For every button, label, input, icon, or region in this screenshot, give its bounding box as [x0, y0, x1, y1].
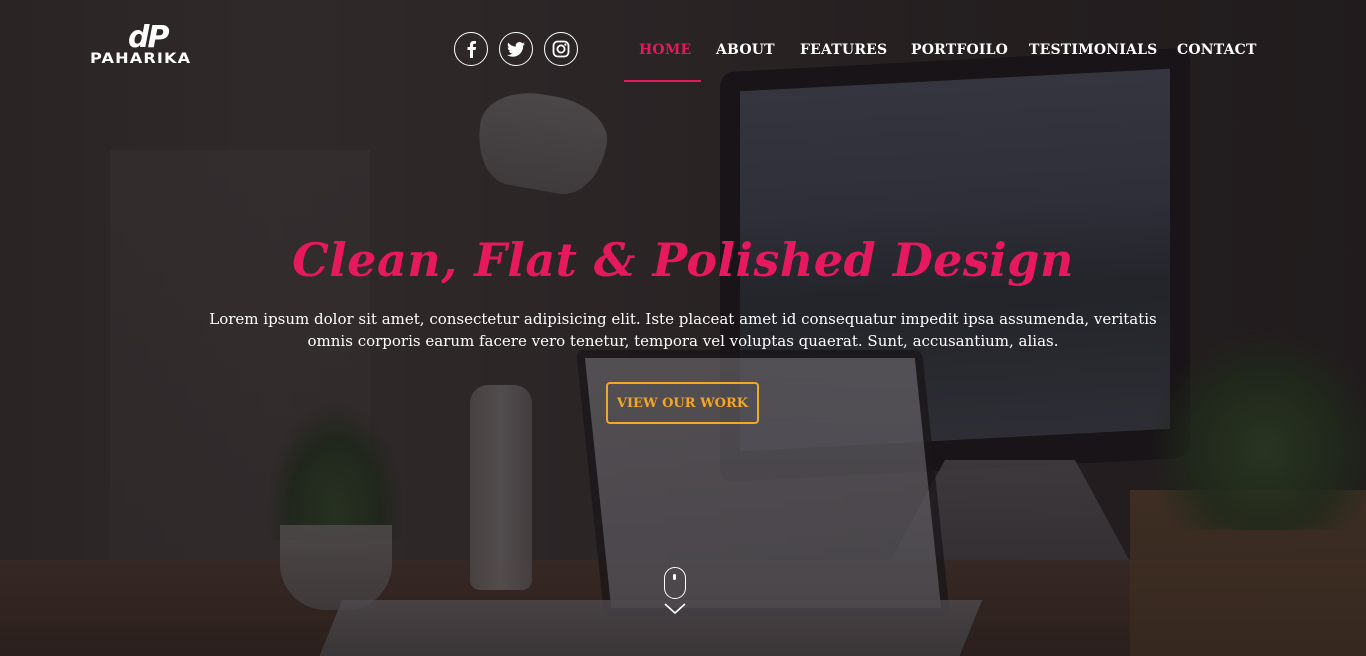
twitter-icon [507, 41, 525, 57]
nav-home[interactable]: HOME [639, 41, 691, 59]
site-logo[interactable]: dP PAHARIKA [90, 20, 258, 68]
hero-section: dP PAHARIKA HOME ABOUT FEATURES PORTFOIL… [0, 0, 1366, 656]
view-our-work-button[interactable]: VIEW OUR WORK [606, 382, 759, 424]
nav-testimonials[interactable]: TESTIMONIALS [1029, 41, 1157, 59]
logo-mark: dP [128, 20, 169, 55]
facebook-link[interactable] [454, 32, 488, 66]
mouse-scroll-icon[interactable] [664, 567, 686, 599]
nav-active-indicator [624, 80, 701, 82]
hero-description-line-1: Lorem ipsum dolor sit amet, consectetur … [209, 310, 1157, 328]
hero-description-line-2: omnis corporis earum facere vero tenetur… [307, 332, 1059, 350]
nav-portfolio[interactable]: PORTFOILO [911, 41, 1008, 59]
nav-features[interactable]: FEATURES [800, 41, 887, 59]
hero-description: Lorem ipsum dolor sit amet, consectetur … [200, 308, 1166, 352]
twitter-link[interactable] [499, 32, 533, 66]
chevron-down-icon[interactable] [664, 600, 686, 619]
logo-text: PAHARIKA [90, 51, 192, 67]
nav-contact[interactable]: CONTACT [1177, 41, 1257, 59]
facebook-icon [464, 40, 478, 58]
nav-about[interactable]: ABOUT [716, 41, 775, 59]
instagram-link[interactable] [544, 32, 578, 66]
hero-title: Clean, Flat & Polished Design [292, 233, 1074, 287]
instagram-icon [552, 40, 570, 58]
mouse-wheel [673, 574, 676, 580]
